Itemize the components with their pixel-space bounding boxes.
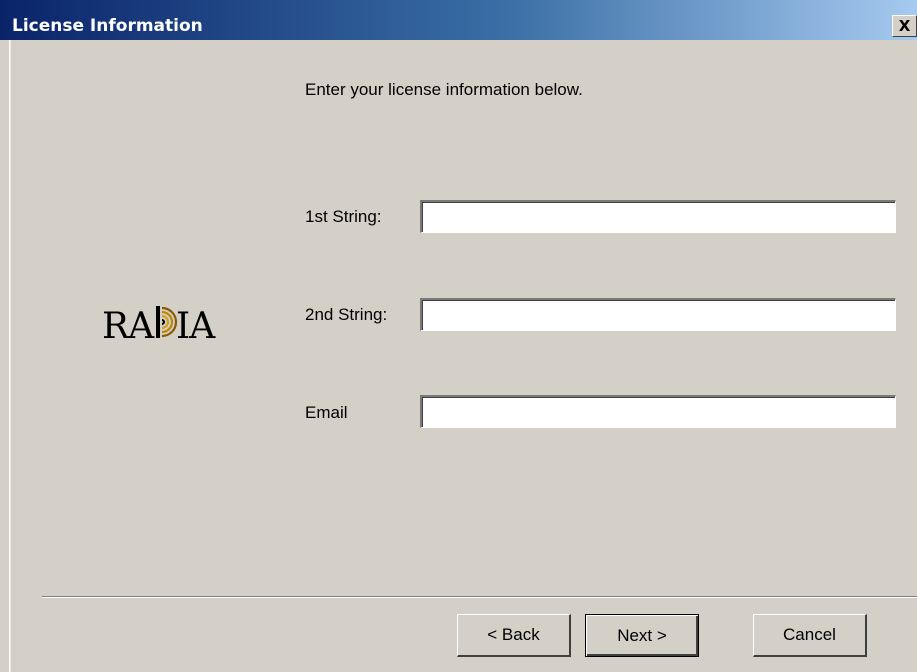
title-bar[interactable]: License Information X <box>0 0 917 40</box>
instructions-text: Enter your license information below. <box>305 80 583 99</box>
cancel-button[interactable]: Cancel <box>753 614 867 657</box>
close-icon: X <box>898 17 911 35</box>
email-label: Email <box>305 403 348 422</box>
dialog-title: License Information <box>12 16 203 36</box>
first-string-input[interactable] <box>420 200 896 233</box>
button-separator <box>42 596 917 598</box>
first-string-label: 1st String: <box>305 207 382 226</box>
window-left-border <box>0 40 10 672</box>
license-dialog: License Information X RA IA Enter your l… <box>0 0 917 672</box>
logo-emblem-icon <box>156 306 178 338</box>
radia-logo: RA IA <box>102 306 217 347</box>
logo-text-right: IA <box>176 306 216 347</box>
window-left-border-highlight <box>10 40 11 672</box>
next-button[interactable]: Next > <box>585 614 699 657</box>
second-string-input[interactable] <box>420 298 896 331</box>
email-input[interactable] <box>420 395 896 428</box>
second-string-label: 2nd String: <box>305 305 388 324</box>
close-button[interactable]: X <box>892 15 917 37</box>
back-button[interactable]: < Back <box>457 614 571 657</box>
logo-text-left: RA <box>102 306 155 347</box>
